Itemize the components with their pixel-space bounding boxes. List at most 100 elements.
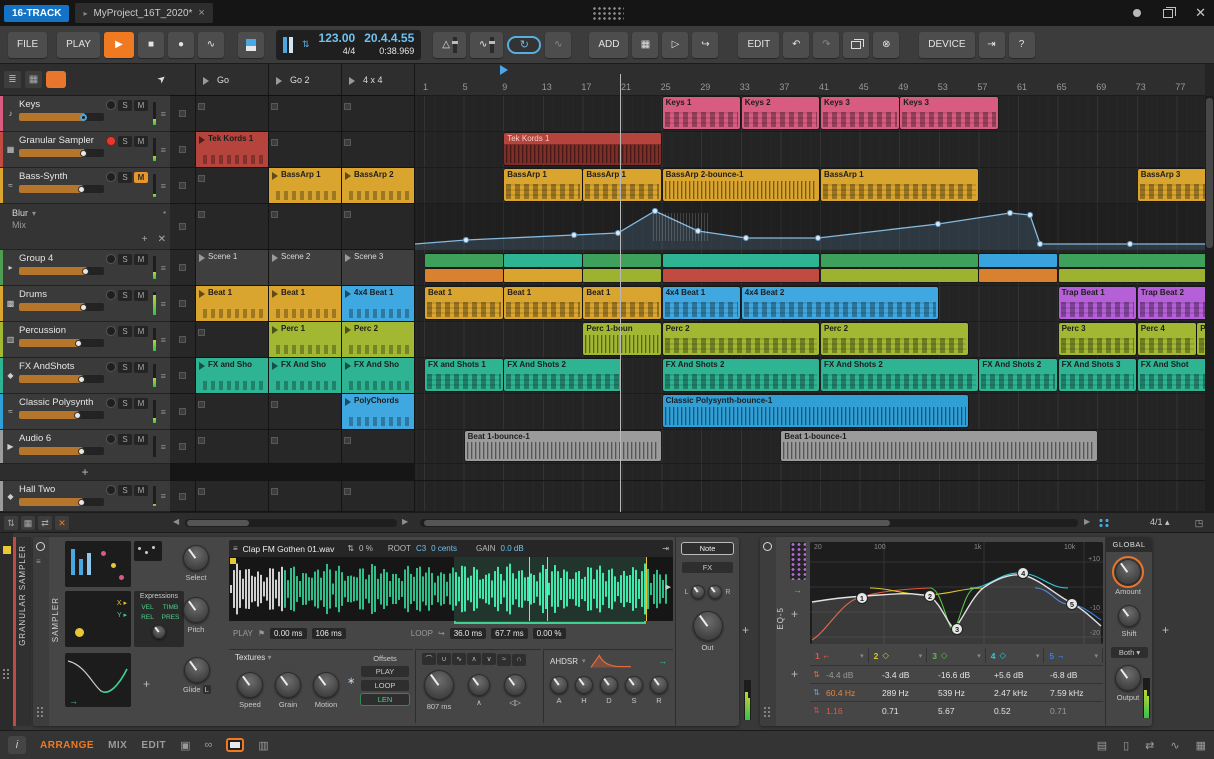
eq-band-4-freq-value[interactable]: 2.47 kHz <box>991 688 1047 698</box>
loop-start-value[interactable]: 36.0 ms <box>449 627 487 639</box>
arranger-clip[interactable]: Beat 1-bounce-1 <box>781 431 1097 461</box>
eq-band-5-q-value[interactable]: 0.71 <box>1047 706 1103 716</box>
clip-stop-button[interactable] <box>170 250 196 285</box>
clip-launch-icon[interactable] <box>345 362 351 370</box>
band-shape-icon[interactable]: ◇ <box>941 650 948 661</box>
track-options-icon[interactable]: ≡ <box>158 145 168 155</box>
groove-button[interactable]: ∿ <box>469 31 504 58</box>
play-menu-button[interactable]: PLAY <box>57 31 100 58</box>
fill-mode-button[interactable]: ∿ <box>545 31 572 58</box>
expand-panel-icon[interactable]: ◳ <box>1192 516 1206 530</box>
clip-launch-icon[interactable] <box>272 290 278 298</box>
modulator-dots-icon[interactable] <box>36 706 45 718</box>
dual-display-icon[interactable]: ▣ <box>180 739 190 752</box>
arranger-clip[interactable]: Perc 1-boun <box>583 323 662 355</box>
clip-launch-icon[interactable] <box>272 326 278 334</box>
track-options-icon[interactable]: ≡ <box>158 407 168 417</box>
mod-curve-display[interactable]: → <box>65 653 131 707</box>
arranger-clip[interactable]: Perc 2 <box>662 323 820 355</box>
launcher-scrollbar[interactable] <box>185 519 397 527</box>
record-arm-button[interactable] <box>106 362 116 372</box>
clip-slot[interactable]: PolyChords <box>342 394 415 429</box>
eq-band-1-gain-value[interactable]: -4.4 dB <box>823 670 879 680</box>
eq-band-1-freq-value[interactable]: 60.4 Hz <box>823 688 879 698</box>
clip-stop-button[interactable] <box>170 168 196 203</box>
zoom-fit-icon[interactable] <box>1098 518 1110 528</box>
clip-slot[interactable]: Beat 1 <box>196 286 269 321</box>
launcher-scroll-left[interactable]: ◀ <box>173 517 179 526</box>
track-volume-slider[interactable] <box>19 113 104 121</box>
groove-amount-fader[interactable] <box>489 36 496 53</box>
mute-button[interactable]: M <box>134 485 148 496</box>
arranger-clip[interactable]: Trap Beat 1 <box>1058 287 1137 319</box>
clip-slot[interactable]: 4x4 Beat 1 <box>342 286 415 321</box>
pan-right-knob[interactable] <box>708 585 723 599</box>
stretch-icon[interactable]: ⇅ <box>347 544 354 553</box>
record-arm-button[interactable] <box>106 485 116 495</box>
hold-knob[interactable] <box>575 676 593 694</box>
eq-spectrum-display[interactable]: 20 100 1k 10k +10 -10 -20 12345 <box>810 542 1103 644</box>
volume-handle[interactable] <box>77 375 85 383</box>
clip-slot[interactable]: Scene 3 <box>342 250 415 285</box>
track-options-icon[interactable]: ≡ <box>158 371 168 381</box>
arranger-clip[interactable]: FX And Shot <box>1137 359 1214 391</box>
pan-left-knob[interactable] <box>691 585 706 599</box>
clip-launch-icon[interactable] <box>199 136 205 144</box>
tab-edit[interactable]: EDIT <box>141 740 166 751</box>
arranger-clip[interactable]: 4x4 Beat 2 <box>741 287 939 319</box>
browser-panel-icon[interactable]: ▤ <box>1097 739 1107 752</box>
clip-launch-icon[interactable] <box>272 254 278 262</box>
wave-play-icon[interactable]: ▶ <box>666 583 671 591</box>
clip-slot[interactable] <box>196 481 269 511</box>
project-tab[interactable]: ▸ MyProject_16T_2020* × <box>75 3 213 23</box>
add-track-row[interactable]: + <box>0 464 170 481</box>
clip-stop-button[interactable] <box>170 286 196 321</box>
clip-stop-button[interactable] <box>170 132 196 167</box>
automation-pin-icon[interactable]: ▪ <box>163 208 166 217</box>
eq-band-1-selector[interactable]: 1 ⌐ ▾ <box>810 648 869 663</box>
select-knob[interactable] <box>183 545 209 571</box>
dropdown-icon[interactable]: ▾ <box>32 209 36 218</box>
mixer-panel-icon[interactable]: ▦ <box>1196 739 1206 752</box>
glide-mode-badge[interactable]: L <box>202 685 211 694</box>
arranger-clip[interactable]: BassArp 1 <box>821 169 978 201</box>
track-classic-polysynth[interactable]: ≈ Classic Polysynth S M ≡ <box>0 394 170 430</box>
record-arm-button[interactable] <box>106 290 116 300</box>
arranger-clip[interactable]: Beat 1 <box>504 287 582 319</box>
sample-file-name[interactable]: Clap FM Gothen 01.wav <box>243 544 335 554</box>
sample-waveform-display[interactable]: ▶ <box>229 557 673 621</box>
record-arm-button[interactable] <box>106 398 116 408</box>
scrollbar-thumb[interactable] <box>1206 98 1213 248</box>
attack-knob[interactable] <box>550 676 568 694</box>
clip-slot[interactable]: Scene 1 <box>196 250 269 285</box>
track-bass-synth[interactable]: ≈ Bass-Synth S M ≡ <box>0 168 170 204</box>
dropdown-icon[interactable]: ▾ <box>919 652 923 660</box>
scene-header-go-2[interactable]: Go 2 <box>269 64 342 95</box>
inspector-panel-icon[interactable]: ▯ <box>1123 739 1129 752</box>
record-arm-button[interactable] <box>106 326 116 336</box>
arranger-clip[interactable]: Perc 2 <box>821 323 968 355</box>
clip-slot[interactable] <box>196 322 269 357</box>
mod-display[interactable] <box>65 541 131 587</box>
metronome-volume-fader[interactable] <box>451 36 458 53</box>
track-options-icon[interactable]: ≡ <box>158 491 168 501</box>
follow-playhead-button[interactable]: ↪ <box>692 31 719 58</box>
active-display-icon[interactable] <box>226 738 245 752</box>
clip-launch-icon[interactable] <box>272 362 278 370</box>
clip-stop-button[interactable] <box>170 204 196 249</box>
amount-knob[interactable] <box>1112 556 1144 588</box>
clip-launch-icon[interactable] <box>199 362 205 370</box>
clip-stop-button[interactable] <box>170 481 196 511</box>
arranger-clip[interactable]: BassArp 1 <box>583 169 662 201</box>
env-mod-arrow-icon[interactable]: → <box>658 656 667 666</box>
eq-power-button[interactable] <box>763 542 772 551</box>
scenes-list-icon[interactable]: ≣ <box>4 71 21 88</box>
expression-vel[interactable]: VEL <box>137 604 158 611</box>
track-volume-slider[interactable] <box>19 303 104 311</box>
arranger-clip[interactable]: BassArp 2-bounce-1 <box>662 169 820 201</box>
add-device-end-button[interactable]: + <box>1162 623 1169 637</box>
arranger-clip[interactable]: Keys 2 <box>741 97 820 129</box>
eq-band-handle-1[interactable]: 1 <box>856 592 869 604</box>
track-options-icon[interactable]: ≡ <box>158 442 168 452</box>
sampler-power-button[interactable] <box>36 542 45 551</box>
